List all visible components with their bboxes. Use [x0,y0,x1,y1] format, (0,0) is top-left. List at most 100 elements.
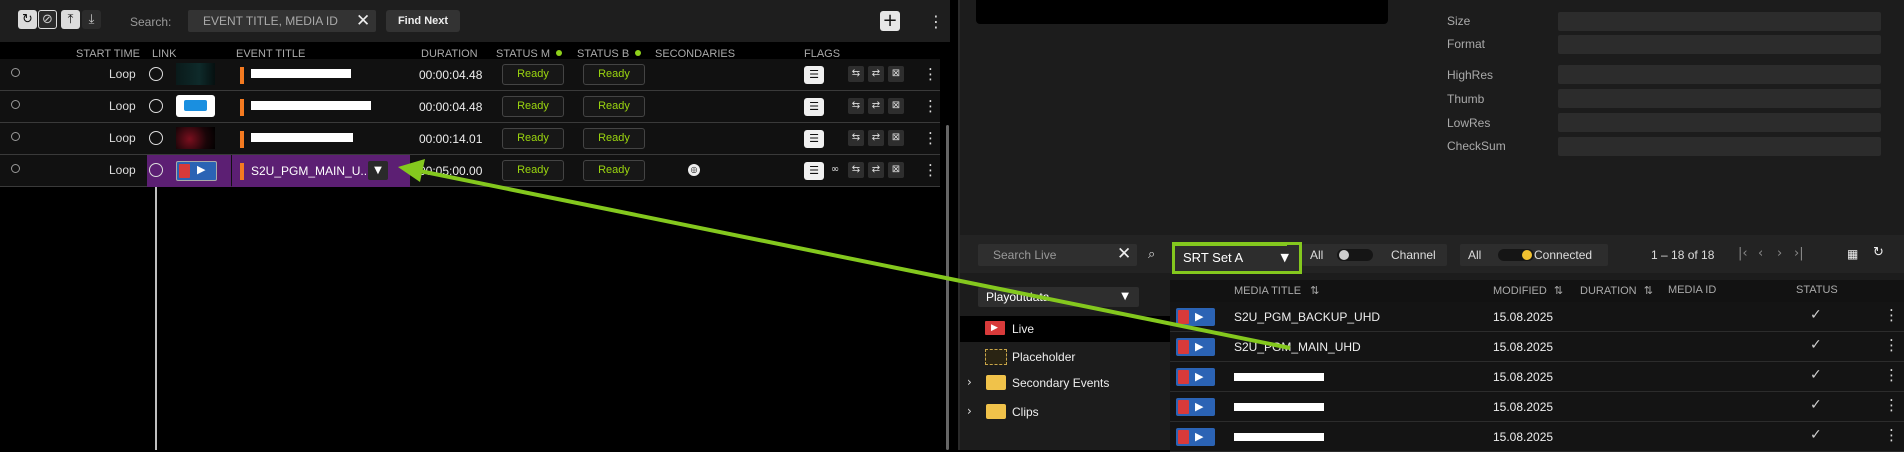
col-media-duration[interactable]: DURATION ⇅ [1580,284,1653,297]
live-source-icon: ▶ [1176,308,1215,326]
channel-label: Channel [1391,248,1436,262]
pager-range: 1 – 18 of 18 [1651,248,1715,262]
duration: 00:00:14.01 [419,132,483,146]
first-page-icon[interactable]: |‹ [1738,246,1748,261]
expand-chevron-icon[interactable]: › [967,404,972,418]
find-next-button[interactable]: Find Next [386,10,460,32]
row-menu-icon[interactable]: ⋮ [1884,426,1899,444]
playlist-toolbar: ↻ ⊘ ⤒ ⤓ Search: EVENT TITLE, MEDIA ID ✕ … [0,0,950,42]
start-time: Loop [109,163,136,177]
col-status[interactable]: STATUS [1796,284,1838,296]
grid-view-icon[interactable]: ▦ [1847,247,1858,261]
live-search-input[interactable]: Search Live [978,244,1137,266]
row-menu-icon[interactable]: ⋮ [1884,396,1899,414]
playoutdata-select[interactable]: Playoutdata ▼ [978,287,1139,307]
tree-item-live[interactable]: Live [1012,322,1034,336]
no-image-flag-icon[interactable]: ⊠ [888,130,904,146]
align-bottom-icon[interactable]: ⤓ [82,10,101,29]
col-media-duration-label: DURATION [1580,285,1637,297]
refresh-icon[interactable]: ↻ [1873,245,1884,260]
status-m-badge: Ready [502,128,564,149]
notes-flag-icon[interactable]: ☰ [804,130,824,148]
next-page-icon[interactable]: › [1777,246,1782,261]
tree-item-secondary-events[interactable]: Secondary Events [1012,376,1109,390]
clock-icon [11,100,20,109]
expand-chevron-icon[interactable]: › [967,375,972,389]
media-row[interactable]: ▶ S2U_PGM_BACKUP_UHD 15.08.2025 ✓ ⋮ [1170,302,1904,332]
row-menu-icon[interactable]: ⋮ [923,161,938,179]
row-menu-icon[interactable]: ⋮ [923,97,938,115]
notes-flag-icon[interactable]: ☰ [804,66,824,84]
col-media-title[interactable]: MEDIA TITLE ⇅ [1234,284,1319,297]
link-node[interactable] [149,67,163,81]
col-modified[interactable]: MODIFIED ⇅ [1493,284,1563,297]
infinite-loop-flag-icon[interactable]: ∞ [827,162,843,178]
row-menu-icon[interactable]: ⋮ [923,65,938,83]
status-m-badge: Ready [502,160,564,181]
row-menu-icon[interactable]: ⋮ [1884,306,1899,324]
link-node[interactable] [149,163,163,177]
clear-search-icon[interactable]: ✕ [356,11,370,31]
repeat-flag-icon[interactable]: ⇄ [868,98,884,114]
link-node[interactable] [149,131,163,145]
row-menu-icon[interactable]: ⋮ [1884,336,1899,354]
refresh-icon[interactable]: ↻ [18,10,37,29]
repeat-flag-icon[interactable]: ⇄ [868,162,884,178]
col-media-id[interactable]: MEDIA ID [1668,284,1716,296]
start-time: Loop [109,99,136,113]
event-row[interactable]: Loop 00:00:04.48 Ready Ready ☰ ⇆ ⇄ ⊠ ⋮ [0,59,940,91]
loop-flag-icon[interactable]: ⇆ [848,98,864,114]
row-menu-icon[interactable]: ⋮ [1884,366,1899,384]
status-m-badge: Ready [502,96,564,117]
more-options-icon[interactable]: ⋮ [928,12,944,31]
sort-icon: ⇅ [1553,285,1564,297]
prop-label-checksum: CheckSum [1447,139,1506,153]
redacted-title [1234,433,1324,441]
media-row[interactable]: ▶ 15.08.2025 ✓ ⋮ [1170,362,1904,392]
no-image-flag-icon[interactable]: ⊠ [888,98,904,114]
align-top-icon[interactable]: ⤒ [61,10,80,29]
link-node[interactable] [149,99,163,113]
event-title: S2U_PGM_MAIN_U... [251,164,371,178]
title-dropdown-icon[interactable]: ▼ [368,161,388,180]
channel-toggle[interactable] [1337,249,1373,261]
last-page-icon[interactable]: ›| [1794,246,1804,261]
media-row[interactable]: ▶ 15.08.2025 ✓ ⋮ [1170,422,1904,452]
media-row[interactable]: ▶ S2U_PGM_MAIN_UHD 15.08.2025 ✓ ⋮ [1170,332,1904,362]
event-search-input[interactable]: EVENT TITLE, MEDIA ID [188,10,376,32]
no-image-flag-icon[interactable]: ⊠ [888,162,904,178]
search-icon[interactable]: ⌕ [1148,247,1155,262]
tree-item-placeholder[interactable]: Placeholder [1012,350,1075,364]
playlist-scrollbar[interactable] [946,125,949,450]
loop-flag-icon[interactable]: ⇆ [848,66,864,82]
status-ok-icon: ✓ [1810,397,1822,413]
clock-icon [11,68,20,77]
tree-item-clips[interactable]: Clips [1012,405,1039,419]
no-timer-icon[interactable]: ⊘ [38,10,57,29]
clock-icon [11,164,20,173]
loop-flag-icon[interactable]: ⇆ [848,162,864,178]
srt-set-select[interactable]: SRT Set A ▼ [1172,242,1302,274]
loop-flag-icon[interactable]: ⇆ [848,130,864,146]
connected-filter[interactable]: All Connected [1460,244,1608,266]
secondary-event-icon[interactable]: ◎ [688,164,700,176]
clear-live-search-icon[interactable]: ✕ [1117,244,1131,264]
no-image-flag-icon[interactable]: ⊠ [888,66,904,82]
event-row[interactable]: Loop 00:00:14.01 Ready Ready ☰ ⇆ ⇄ ⊠ ⋮ [0,123,940,155]
video-preview [976,0,1388,24]
repeat-flag-icon[interactable]: ⇄ [868,66,884,82]
add-event-button[interactable]: + [880,11,900,31]
notes-flag-icon[interactable]: ☰ [804,162,824,180]
redacted-title [251,133,353,142]
media-row[interactable]: ▶ 15.08.2025 ✓ ⋮ [1170,392,1904,422]
connected-toggle[interactable] [1498,249,1534,261]
notes-flag-icon[interactable]: ☰ [804,98,824,116]
status-ok-icon: ✓ [1810,337,1822,353]
event-row-selected[interactable]: Loop ▶ S2U_PGM_MAIN_U... ▼ 00:05:00.00 R… [0,155,940,187]
prop-field-thumb [1558,89,1881,108]
event-row[interactable]: Loop 00:00:04.48 Ready Ready ☰ ⇆ ⇄ ⊠ ⋮ [0,91,940,123]
prev-page-icon[interactable]: ‹ [1758,246,1763,261]
repeat-flag-icon[interactable]: ⇄ [868,130,884,146]
row-menu-icon[interactable]: ⋮ [923,129,938,147]
channel-filter[interactable]: All Channel [1302,244,1447,266]
